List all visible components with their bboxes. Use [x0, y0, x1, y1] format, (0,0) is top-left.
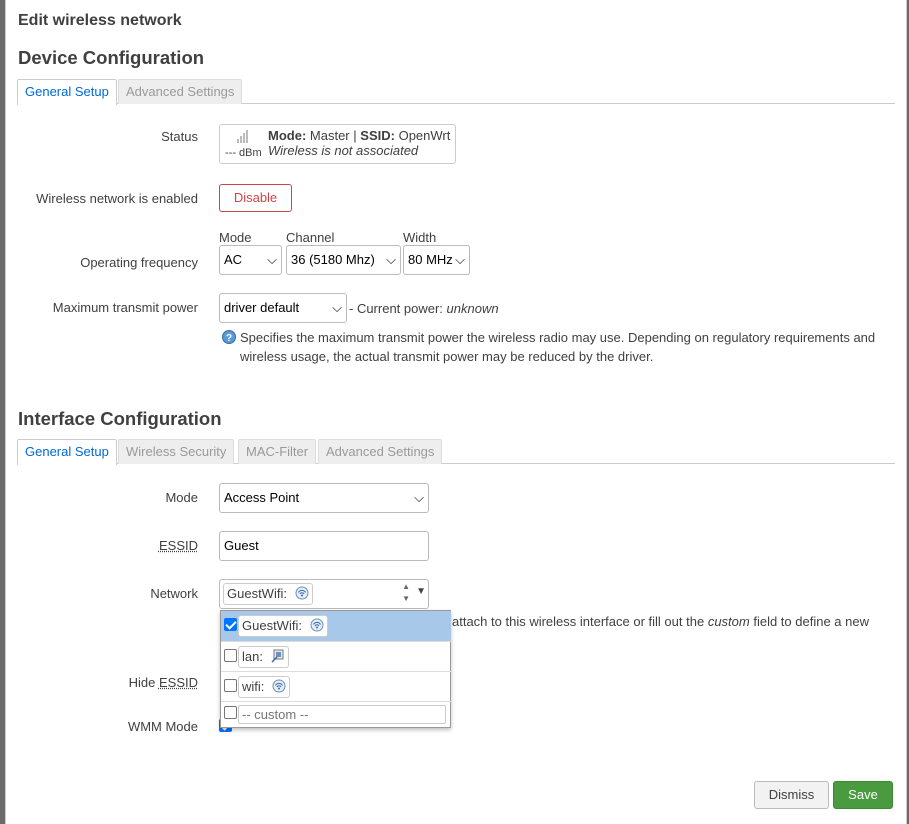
chevron-down-icon: ⌵	[386, 252, 396, 267]
tx-power-value: driver default	[224, 300, 300, 315]
tx-power-select[interactable]: driver default ⌵	[219, 293, 347, 323]
network-help: attach to this wireless interface or fil…	[452, 614, 869, 629]
iface-mode-select[interactable]: Access Point ⌵	[219, 483, 429, 513]
freq-channel-value: 36 (5180 Mhz)	[291, 252, 375, 267]
interface-tabs: General Setup Wireless Security MAC-Filt…	[17, 439, 895, 465]
current-power: - Current power: unknown	[349, 301, 499, 316]
hide-essid-label: Hide ESSID	[6, 675, 198, 690]
tx-power-help-line2: wireless usage, the actual transmit powe…	[240, 349, 654, 364]
tab-device-general-setup[interactable]: General Setup	[17, 79, 117, 105]
freq-mode-value: AC	[224, 252, 243, 267]
association-status: Wireless is not associated	[268, 143, 419, 158]
tab-device-advanced-settings[interactable]: Advanced Settings	[118, 79, 243, 104]
option-checkbox-custom[interactable]	[224, 706, 237, 719]
network-help-post: field to define a new	[753, 614, 869, 629]
mode-value: Master	[309, 128, 350, 143]
signal-bars-icon	[237, 130, 248, 143]
wifi-icon	[310, 618, 324, 632]
network-selected-badge: GuestWifi:	[223, 583, 313, 605]
tx-power-label: Maximum transmit power	[52, 300, 198, 315]
tab-iface-advanced-settings[interactable]: Advanced Settings	[318, 439, 443, 464]
interface-config-heading: Interface Configuration	[18, 408, 222, 429]
option-label-wifi: wifi:	[242, 679, 265, 694]
ethernet-icon	[271, 649, 284, 663]
tx-power-help: Specifies the maximum transmit power the…	[240, 328, 890, 366]
modal-title: Edit wireless network	[18, 12, 182, 29]
network-option-custom[interactable]	[221, 701, 451, 729]
dropdown-caret-icon: ▼	[416, 586, 426, 597]
network-selected-label: GuestWifi:	[227, 586, 287, 601]
network-option-wifi[interactable]: wifi:	[221, 671, 451, 701]
chevron-down-icon: ⌵	[414, 490, 424, 505]
tab-iface-wireless-security[interactable]: Wireless Security	[118, 439, 235, 464]
wmm-mode-label: WMM Mode	[127, 719, 198, 734]
option-badge-lan: lan:	[238, 646, 289, 668]
freq-mode-label: Mode	[219, 230, 252, 245]
network-options-list: GuestWifi: lan: wifi: -- custom --	[220, 610, 451, 728]
network-help-pre: attach to this wireless interface or fil…	[452, 614, 705, 629]
network-dropdown[interactable]: GuestWifi: ▲ ▼ ▼	[219, 579, 429, 609]
operating-frequency-label: Operating frequency	[80, 255, 198, 270]
mode-key: Mode:	[268, 128, 307, 143]
chevron-down-icon: ⌵	[332, 300, 342, 315]
iface-mode-label: Mode	[165, 490, 198, 505]
current-power-prefix: - Current power:	[349, 301, 443, 316]
ssid-value: OpenWrt	[398, 128, 451, 143]
signal-dbm: --- dBm	[225, 147, 262, 159]
network-help-em: custom	[707, 614, 750, 629]
modal-dialog: Edit wireless network Device Configurati…	[5, 0, 907, 824]
status-box: --- dBm Mode: Master | SSID: OpenWrt Wir…	[219, 124, 456, 164]
freq-width-label: Width	[403, 230, 437, 245]
tab-iface-general-setup[interactable]: General Setup	[17, 439, 117, 465]
essid-label: ESSID	[158, 538, 198, 553]
freq-width-select[interactable]: 80 MHz ⌵	[403, 245, 470, 275]
svg-text:?: ?	[226, 333, 232, 344]
status-mode-line: Mode: Master | SSID: OpenWrt	[268, 128, 450, 143]
iface-mode-value: Access Point	[224, 490, 300, 505]
custom-network-input[interactable]	[238, 705, 446, 724]
network-label: Network	[150, 586, 198, 601]
device-config-heading: Device Configuration	[18, 47, 205, 68]
dismiss-button[interactable]: Dismiss	[754, 781, 829, 809]
freq-channel-label: Channel	[286, 230, 335, 245]
tx-power-help-line1: Specifies the maximum transmit power the…	[240, 330, 876, 345]
network-option-guestwifi[interactable]: GuestWifi:	[221, 611, 451, 641]
device-tabs: General Setup Advanced Settings	[17, 79, 895, 105]
option-checkbox-wifi[interactable]	[224, 679, 237, 692]
network-option-lan[interactable]: lan:	[221, 641, 451, 671]
chevron-down-icon: ⌵	[455, 252, 465, 267]
help-info-icon: ?	[222, 330, 236, 344]
option-checkbox-guestwifi[interactable]	[224, 618, 237, 631]
freq-channel-select[interactable]: 36 (5180 Mhz) ⌵	[286, 245, 401, 275]
option-badge-guestwifi: GuestWifi:	[238, 615, 328, 637]
hide-essid-label-pre: Hide	[128, 675, 159, 690]
current-power-value: unknown	[446, 301, 499, 316]
mode-separator: |	[353, 128, 357, 143]
ssid-key: SSID:	[360, 128, 395, 143]
option-label-lan: lan:	[242, 649, 263, 664]
wireless-enabled-label: Wireless network is enabled	[36, 191, 198, 206]
chevron-down-icon: ⌵	[267, 252, 277, 267]
tab-iface-mac-filter[interactable]: MAC-Filter	[238, 439, 317, 464]
save-button[interactable]: Save	[833, 781, 893, 809]
hide-essid-label-abbr: ESSID	[158, 675, 198, 690]
option-label-guestwifi: GuestWifi:	[242, 618, 302, 633]
status-label: Status	[161, 129, 198, 144]
freq-width-value: 80 MHz	[408, 252, 453, 267]
freq-mode-select[interactable]: AC ⌵	[219, 245, 282, 275]
essid-input[interactable]: Guest	[219, 531, 429, 561]
wifi-icon	[272, 679, 286, 693]
wifi-icon	[295, 586, 309, 600]
option-badge-wifi: wifi:	[238, 676, 291, 698]
option-checkbox-lan[interactable]	[224, 649, 237, 662]
disable-button[interactable]: Disable	[219, 184, 292, 212]
spinner-arrows-icon: ▲ ▼	[402, 582, 410, 603]
